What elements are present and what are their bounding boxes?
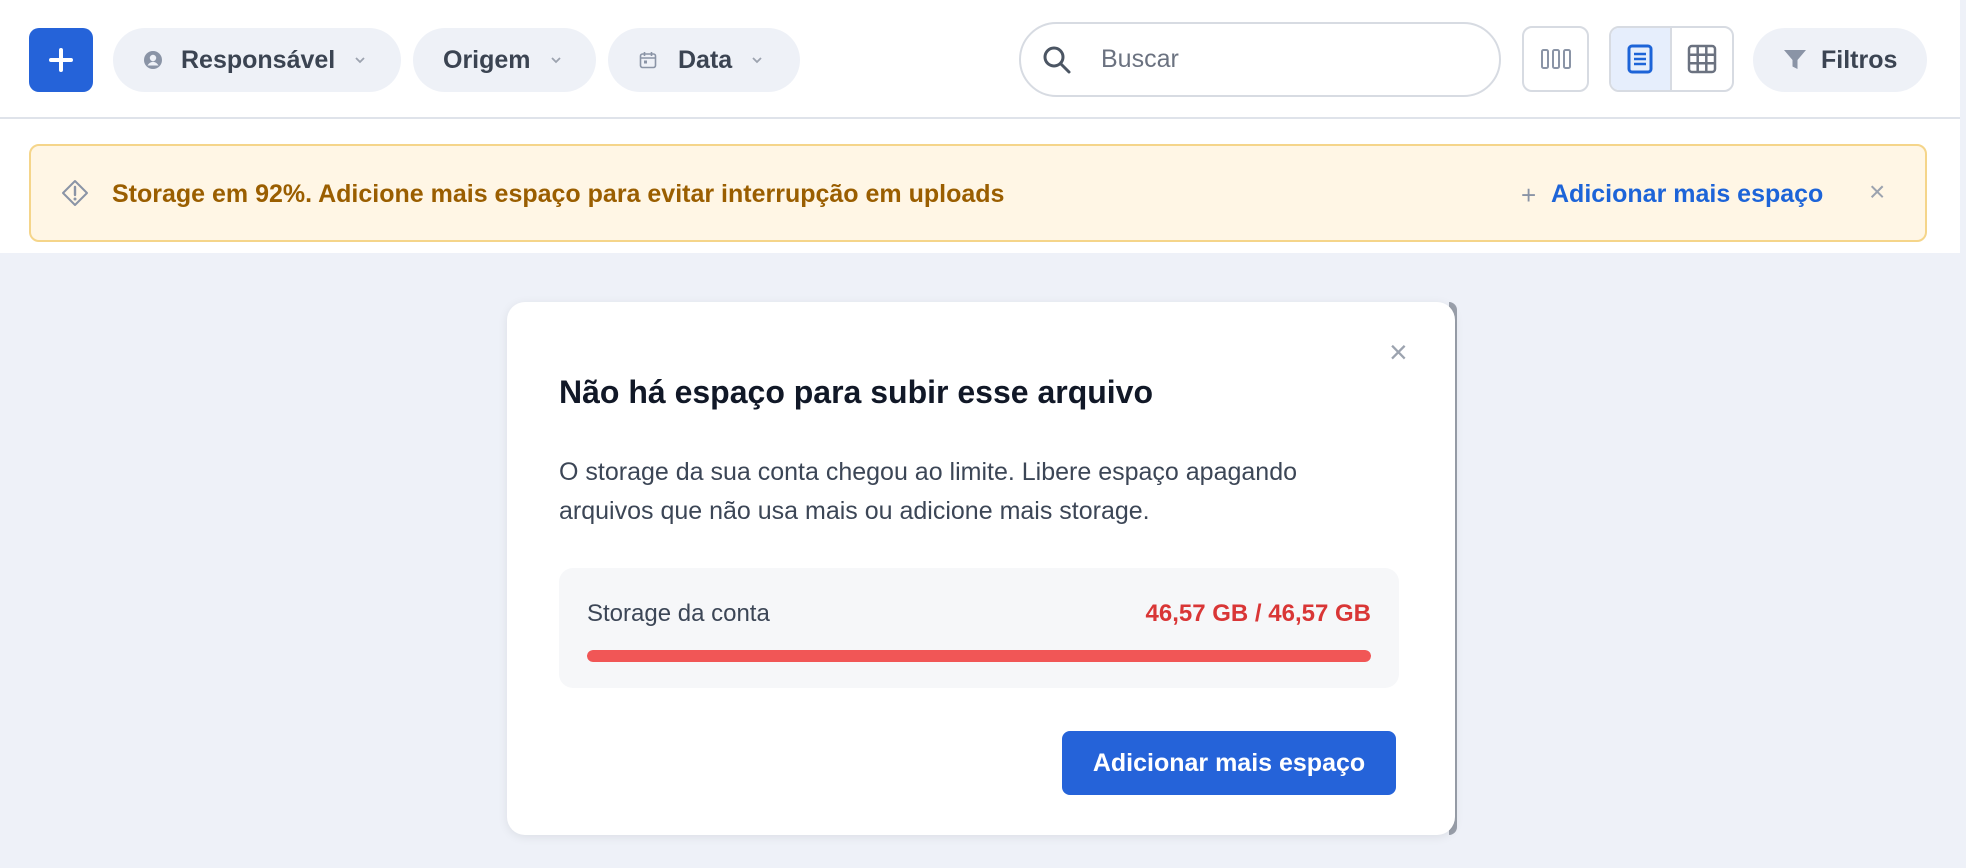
close-icon[interactable]: × xyxy=(1389,334,1408,371)
storage-usage-card: Storage da conta 46,57 GB / 46,57 GB xyxy=(559,568,1399,688)
chevron-down-icon xyxy=(549,55,563,65)
grid-view-button[interactable] xyxy=(1672,28,1732,90)
filters-button-label: Filtros xyxy=(1821,45,1898,74)
chevron-down-icon xyxy=(750,55,764,65)
storage-value: 46,57 GB / 46,57 GB xyxy=(1145,600,1371,627)
storage-warning-banner: Storage em 92%. Adicione mais espaço par… xyxy=(29,144,1927,242)
filter-data-label: Data xyxy=(678,45,733,74)
storage-progress-fill xyxy=(587,650,1371,662)
filter-icon xyxy=(1783,49,1807,71)
storage-label: Storage da conta xyxy=(587,600,770,627)
banner-message: Storage em 92%. Adicione mais espaço par… xyxy=(112,180,1005,208)
add-space-button[interactable]: Adicionar mais espaço xyxy=(1062,731,1396,795)
add-button[interactable] xyxy=(29,28,93,92)
filter-origem[interactable]: Origem xyxy=(413,28,596,92)
search-icon xyxy=(1041,44,1073,76)
filter-origem-label: Origem xyxy=(443,45,531,74)
warning-icon xyxy=(61,179,89,207)
add-space-link[interactable]: Adicionar mais espaço xyxy=(1551,180,1823,209)
plus-icon xyxy=(49,48,73,72)
list-view-button[interactable] xyxy=(1611,28,1672,90)
plus-icon: + xyxy=(1521,180,1537,210)
filter-responsavel[interactable]: Responsável xyxy=(113,28,401,92)
user-icon xyxy=(143,50,163,70)
dialog-title: Não há espaço para subir esse arquivo xyxy=(559,374,1154,410)
search-box[interactable] xyxy=(1019,22,1501,97)
filters-button[interactable]: Filtros xyxy=(1753,28,1927,92)
chevron-down-icon xyxy=(353,55,367,65)
grid-icon xyxy=(1687,44,1716,74)
storage-full-dialog: × Não há espaço para subir esse arquivo … xyxy=(507,302,1455,835)
close-icon[interactable]: × xyxy=(1869,176,1885,208)
storage-progress-bar xyxy=(587,650,1371,662)
columns-view-button[interactable] xyxy=(1522,26,1589,92)
search-input[interactable] xyxy=(1101,45,1461,74)
view-toggle xyxy=(1609,26,1734,92)
dialog-body: O storage da sua conta chegou ao limite.… xyxy=(559,458,1298,525)
filter-responsavel-label: Responsável xyxy=(181,45,336,74)
calendar-icon xyxy=(638,50,658,70)
toolbar: Responsável Origem Data Buscar Filtros xyxy=(0,0,1960,119)
list-icon xyxy=(1627,44,1653,74)
banner-area: Storage em 92%. Adicione mais espaço par… xyxy=(0,119,1960,253)
columns-icon xyxy=(1540,49,1571,69)
filter-data[interactable]: Data xyxy=(608,28,800,92)
